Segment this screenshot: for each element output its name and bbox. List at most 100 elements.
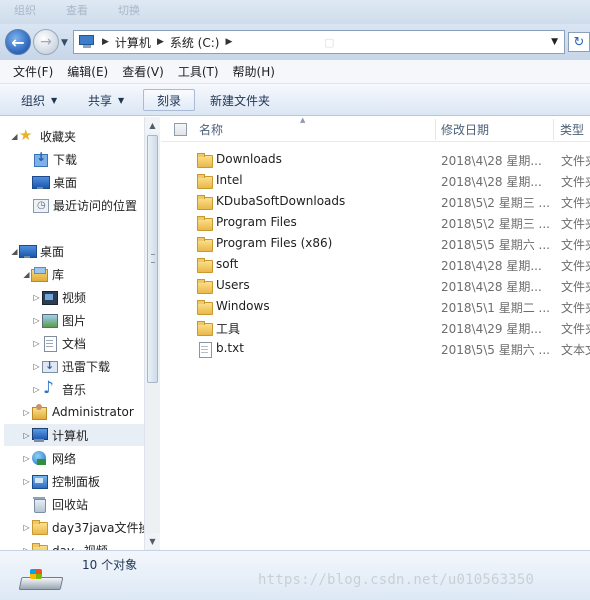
- scroll-up-icon[interactable]: ▲: [145, 117, 160, 133]
- file-row[interactable]: b.txt 2018\5\5 星期六 ... 文本文档: [161, 338, 590, 359]
- folder-icon: [196, 299, 213, 315]
- forward-button[interactable]: →: [33, 29, 59, 55]
- expand-triangle-icon[interactable]: ▷: [32, 339, 41, 348]
- ghost-label: 查看: [66, 4, 88, 17]
- menu-help[interactable]: 帮助(H): [226, 63, 282, 80]
- file-type: 文件夹: [561, 259, 590, 273]
- nav-label: day37java文件操: [52, 520, 151, 535]
- file-row[interactable]: soft 2018\4\28 星期... 文件夹: [161, 254, 590, 275]
- control-panel-icon: [31, 473, 48, 489]
- computer-icon: [31, 427, 48, 443]
- expand-triangle-icon[interactable]: ▷: [22, 408, 31, 417]
- file-name: soft: [216, 257, 239, 271]
- nav-music[interactable]: ▷ 音乐: [32, 378, 86, 400]
- expand-triangle-icon[interactable]: ▷: [22, 523, 31, 532]
- user-folder-icon: [31, 404, 47, 420]
- nav-network[interactable]: ▷ 网络: [22, 447, 76, 469]
- pictures-library-icon: [41, 312, 58, 328]
- file-date: 2018\5\5 星期六 ...: [441, 238, 550, 252]
- select-all-checkbox[interactable]: [174, 123, 187, 136]
- file-type: 文件夹: [561, 196, 590, 210]
- nav-videos[interactable]: ▷ 视频: [32, 286, 86, 308]
- expand-triangle-icon[interactable]: ▷: [22, 431, 31, 440]
- file-row[interactable]: Program Files 2018\5\2 星期三 ... 文件夹: [161, 212, 590, 233]
- file-row[interactable]: 工具 2018\4\29 星期... 文件夹: [161, 317, 590, 338]
- nav-recent-places[interactable]: 最近访问的位置: [32, 194, 137, 216]
- expand-triangle-icon[interactable]: ▷: [32, 293, 41, 302]
- nav-documents[interactable]: ▷ 文档: [32, 332, 86, 354]
- column-divider[interactable]: [435, 119, 436, 140]
- column-type[interactable]: 类型: [560, 117, 590, 142]
- nav-desktop[interactable]: ◢ 桌面: [10, 240, 64, 262]
- expand-triangle-icon[interactable]: ▷: [32, 385, 41, 394]
- menu-tools[interactable]: 工具(T): [171, 63, 226, 80]
- chevron-right-icon[interactable]: ▶: [102, 37, 109, 47]
- title-strip: 组织 查看 切换: [0, 0, 590, 24]
- expand-triangle-icon[interactable]: ▷: [32, 362, 41, 371]
- desktop-icon: [19, 243, 37, 259]
- expand-triangle-icon[interactable]: ▷: [22, 454, 31, 463]
- nav-computer[interactable]: ▷ 计算机: [4, 424, 144, 446]
- breadcrumb-drive-c[interactable]: 系统 (C:): [170, 34, 220, 51]
- nav-label: 下载: [53, 152, 78, 167]
- column-header: ▲ 名称 修改日期 类型: [161, 117, 590, 142]
- column-name[interactable]: 名称: [199, 117, 435, 142]
- file-date: 2018\4\28 星期...: [441, 280, 542, 294]
- menu-edit[interactable]: 编辑(E): [60, 63, 115, 80]
- nav-label: Administrator: [52, 405, 134, 419]
- ghost-label: 组织: [14, 4, 36, 17]
- nav-label: 图片: [62, 313, 87, 328]
- nav-label: 库: [52, 267, 65, 282]
- file-type: 文件夹: [561, 238, 590, 252]
- nav-folder-video[interactable]: ▷ day...视频: [22, 539, 108, 550]
- video-library-icon: [41, 289, 58, 305]
- menu-view[interactable]: 查看(V): [115, 63, 171, 80]
- organize-button[interactable]: 组织 ▼: [14, 89, 64, 111]
- burn-button[interactable]: 刻录: [143, 89, 195, 111]
- refresh-button[interactable]: ↻: [568, 32, 590, 52]
- scroll-thumb[interactable]: [147, 135, 158, 383]
- nav-libraries[interactable]: ◢ 库: [22, 263, 64, 285]
- file-type: 文件夹: [561, 154, 590, 168]
- recycle-bin-icon: [31, 496, 47, 513]
- nav-label: 回收站: [52, 497, 89, 512]
- nav-label: 最近访问的位置: [53, 198, 138, 213]
- expand-triangle-icon[interactable]: ▷: [32, 316, 41, 325]
- nav-recycle-bin[interactable]: 回收站: [31, 493, 88, 515]
- menu-file[interactable]: 文件(F): [6, 63, 60, 80]
- file-row[interactable]: Program Files (x86) 2018\5\5 星期六 ... 文件夹: [161, 233, 590, 254]
- new-folder-button[interactable]: 新建文件夹: [203, 89, 277, 111]
- file-row[interactable]: Downloads 2018\4\28 星期... 文件夹: [161, 149, 590, 170]
- file-row[interactable]: Intel 2018\4\28 星期... 文件夹: [161, 170, 590, 191]
- nav-favorites[interactable]: ◢ 收藏夹: [10, 125, 76, 147]
- recent-pages-dropdown[interactable]: ▼: [61, 38, 68, 48]
- nav-desktop-fav[interactable]: 桌面: [32, 171, 77, 193]
- scroll-down-icon[interactable]: ▼: [145, 533, 160, 549]
- column-modified[interactable]: 修改日期: [441, 117, 551, 142]
- nav-control-panel[interactable]: ▷ 控制面板: [22, 470, 100, 492]
- collapse-triangle-icon[interactable]: ◢: [10, 247, 19, 256]
- nav-folder-day37java[interactable]: ▷ day37java文件操: [22, 516, 151, 538]
- file-row[interactable]: Users 2018\4\28 星期... 文件夹: [161, 275, 590, 296]
- file-row[interactable]: Windows 2018\5\1 星期二 ... 文件夹: [161, 296, 590, 317]
- share-button[interactable]: 共享 ▼: [81, 89, 131, 111]
- collapse-triangle-icon[interactable]: ◢: [10, 132, 19, 141]
- expand-triangle-icon[interactable]: ▷: [22, 477, 31, 486]
- nav-pictures[interactable]: ▷ 图片: [32, 309, 86, 331]
- nav-scrollbar[interactable]: ▲ ▼: [144, 117, 160, 550]
- breadcrumb-computer[interactable]: 计算机: [115, 34, 151, 51]
- column-divider[interactable]: [553, 119, 554, 140]
- chevron-right-icon[interactable]: ▶: [157, 37, 164, 47]
- collapse-triangle-icon[interactable]: ◢: [22, 270, 31, 279]
- burn-label: 刻录: [156, 93, 181, 108]
- nav-downloads[interactable]: 下载: [32, 148, 77, 170]
- address-dropdown[interactable]: ▼: [551, 37, 558, 47]
- address-bar[interactable]: ▶ 计算机 ▶ 系统 (C:) ▶ ▢ ▼: [73, 30, 565, 54]
- file-row[interactable]: KDubaSoftDownloads 2018\5\2 星期三 ... 文件夹: [161, 191, 590, 212]
- folder-icon: [196, 152, 213, 168]
- back-button[interactable]: ←: [5, 29, 31, 55]
- documents-library-icon: [41, 335, 57, 352]
- nav-administrator[interactable]: ▷ Administrator: [22, 401, 134, 423]
- nav-xunlei-downloads[interactable]: ▷ 迅雷下载: [32, 355, 110, 377]
- chevron-right-icon[interactable]: ▶: [225, 37, 232, 47]
